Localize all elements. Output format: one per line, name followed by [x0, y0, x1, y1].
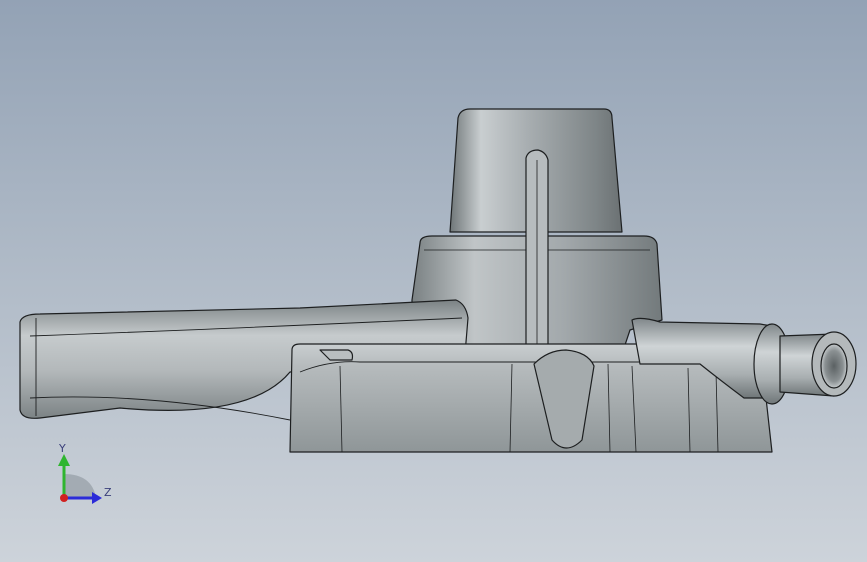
triad-z-label: Z — [104, 486, 112, 499]
model-render[interactable] — [0, 0, 867, 562]
triad-y-label: Y — [59, 442, 66, 455]
coordinate-triad[interactable]: Y Z — [52, 440, 118, 512]
part-body — [19, 108, 857, 453]
pipe-outlet-bore — [820, 343, 848, 389]
3d-viewport[interactable]: Y Z — [0, 0, 867, 562]
